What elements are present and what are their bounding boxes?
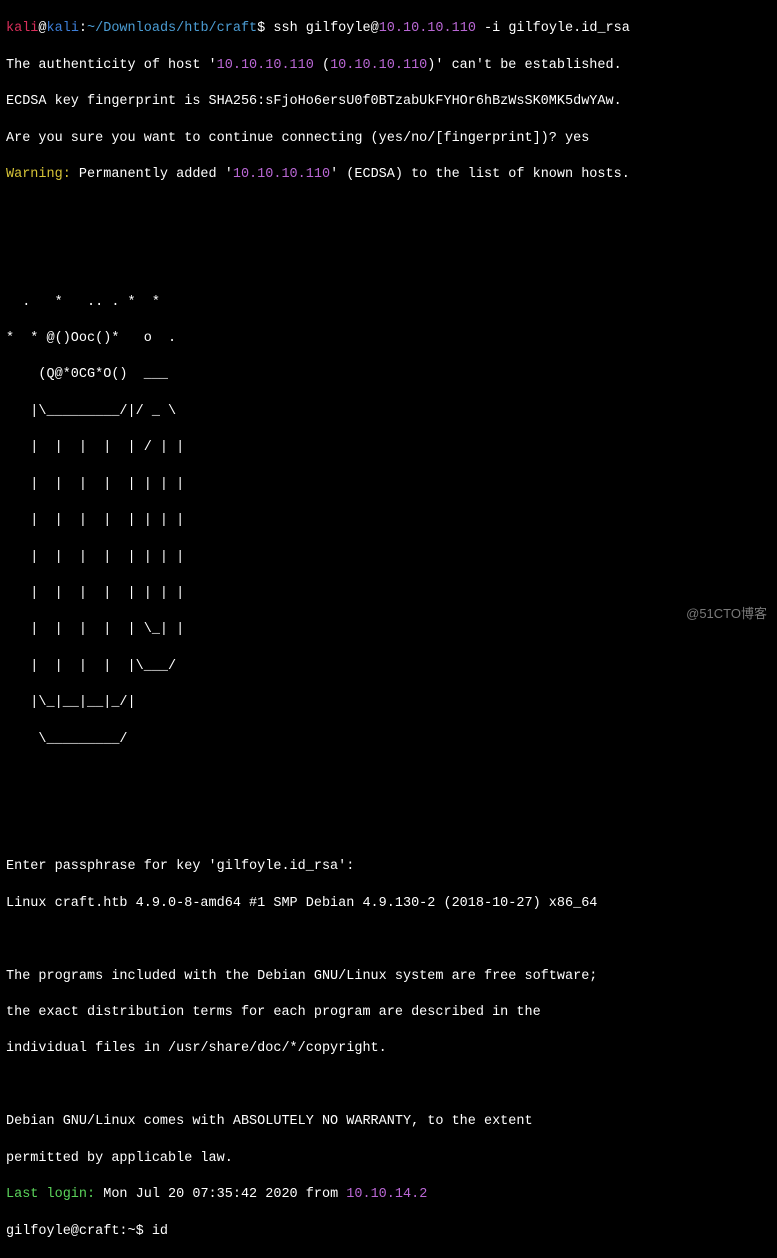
last-login-line: Last login: Mon Jul 20 07:35:42 2020 fro… [6, 1186, 771, 1204]
host: kali [47, 21, 79, 36]
motd-line: permitted by applicable law. [6, 1150, 771, 1168]
ascii-art: . * .. . * * * * @()Ooc()* o . (Q@*0CG*O… [6, 202, 771, 840]
ssh-cmd-pre: ssh gilfoyle@ [273, 21, 378, 36]
cwd: ~/Downloads/htb/craft [87, 21, 257, 36]
blank [6, 931, 771, 949]
terminal-output[interactable]: kali@kali:~/Downloads/htb/craft$ ssh gil… [6, 2, 771, 1258]
id-cmd: id [152, 1224, 168, 1239]
motd-line: individual files in /usr/share/doc/*/cop… [6, 1040, 771, 1058]
auth-line: The authenticity of host '10.10.10.110 (… [6, 57, 771, 75]
confirm-line: Are you sure you want to continue connec… [6, 130, 771, 148]
motd-line: The programs included with the Debian GN… [6, 968, 771, 986]
passphrase-prompt: Enter passphrase for key 'gilfoyle.id_rs… [6, 858, 771, 876]
ssh-ip: 10.10.10.110 [379, 21, 476, 36]
motd-line: the exact distribution terms for each pr… [6, 1004, 771, 1022]
warning-label: Warning: [6, 167, 71, 182]
fingerprint-line: ECDSA key fingerprint is SHA256:sFjoHo6e… [6, 93, 771, 111]
prompt-line-1: kali@kali:~/Downloads/htb/craft$ ssh gil… [6, 20, 771, 38]
uname-line: Linux craft.htb 4.9.0-8-amd64 #1 SMP Deb… [6, 895, 771, 913]
prompt-line-2: gilfoyle@craft:~$ id [6, 1223, 771, 1241]
last-login-ip: 10.10.14.2 [346, 1187, 427, 1202]
last-login-label: Last login: [6, 1187, 95, 1202]
blank [6, 1077, 771, 1095]
user: kali [6, 21, 38, 36]
warning-line: Warning: Permanently added '10.10.10.110… [6, 166, 771, 184]
motd-line: Debian GNU/Linux comes with ABSOLUTELY N… [6, 1113, 771, 1131]
watermark: @51CTO博客 [686, 605, 767, 623]
